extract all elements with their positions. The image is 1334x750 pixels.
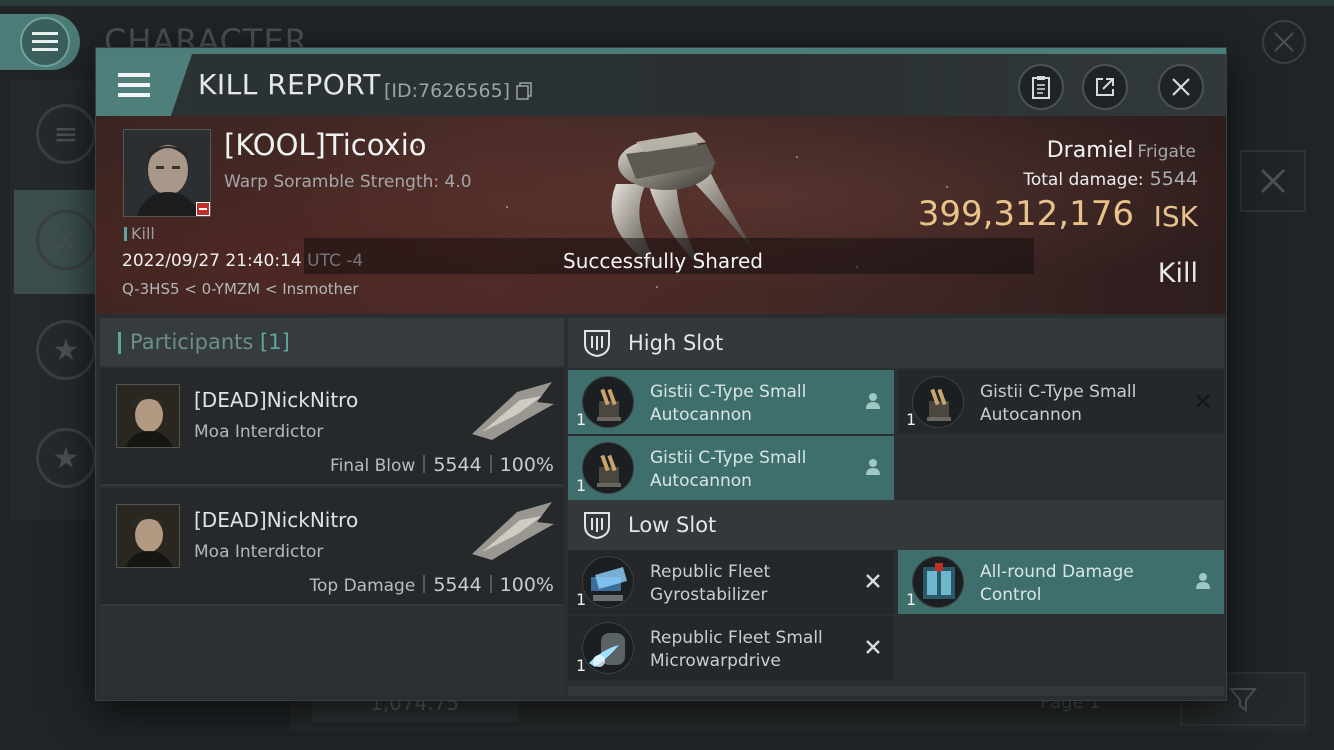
dialog-header: KILL REPORT [ID:7626565] (96, 54, 1226, 116)
participant-name[interactable]: [DEAD]NickNitro (194, 508, 358, 532)
participants-header: Participants [1] (100, 318, 564, 366)
toast-message: Successfully Shared (563, 249, 763, 273)
gyrostabilizer-icon (582, 556, 634, 608)
ship-name-text: Dramiel (1046, 138, 1134, 163)
share-button[interactable] (1082, 64, 1128, 110)
mid-slot-header-partial (568, 686, 1224, 696)
participant-percent: 100% (499, 574, 554, 596)
shield-slot-icon (582, 510, 612, 544)
participant-ship-image[interactable] (462, 494, 562, 564)
module-qty: 1 (906, 410, 917, 429)
module-qty: 1 (576, 656, 587, 675)
module-name: Republic Fleet Gyrostabilizer (650, 562, 771, 605)
clipboard-icon (1032, 76, 1050, 99)
kill-id: [ID:7626565] (384, 80, 511, 102)
destroyed-x-icon (862, 570, 884, 592)
autocannon-icon (582, 376, 634, 428)
background-list-icon[interactable]: ≡ (36, 104, 96, 164)
background-star2-icon[interactable]: ★ (36, 428, 96, 488)
participants-title: Participants [1] (130, 330, 290, 354)
background-close-button[interactable] (1262, 20, 1306, 64)
module-high-3[interactable]: 1 Gistii C-Type Small Autocannon (568, 436, 894, 500)
module-name: Gistii C-Type Small Autocannon (650, 448, 807, 491)
module-name: All-round Damage Control (980, 562, 1134, 605)
hamburger-menu-icon (20, 17, 70, 67)
kill-result: Kill (1157, 258, 1198, 289)
share-external-icon (1096, 78, 1114, 96)
module-qty: 1 (576, 590, 587, 609)
high-slot-label: High Slot (628, 331, 724, 355)
low-slot-header: Low Slot (568, 500, 1224, 550)
participants-panel: Participants [1] [DEAD]NickNitro Moa Int… (100, 318, 564, 696)
participant-stats: Final Blow 5544 100% (330, 454, 554, 476)
participant-ship: Moa Interdictor (194, 542, 324, 562)
dropped-person-icon (1192, 570, 1214, 592)
participant-stats: Top Damage 5544 100% (309, 574, 554, 596)
close-button[interactable] (1158, 64, 1204, 110)
isk-value: 399,312,176 (917, 194, 1134, 234)
damage-control-icon (912, 556, 964, 608)
module-high-2[interactable]: 1 Gistii C-Type Small Autocannon (898, 370, 1224, 434)
shield-slot-icon (582, 328, 612, 362)
corp-standing-icon (196, 202, 210, 216)
hamburger-menu-icon (118, 73, 150, 97)
background-tools-button[interactable] (1240, 150, 1306, 212)
module-name: Republic Fleet Small Microwarpdrive (650, 628, 823, 671)
victim-subtitle: Warp Soramble Strength: 4.0 (224, 172, 472, 192)
background-swords-icon[interactable]: ⚔ (36, 210, 96, 270)
autocannon-icon (912, 376, 964, 428)
clipboard-button[interactable] (1018, 64, 1064, 110)
kill-report-dialog: KILL REPORT [ID:7626565] [KOOL]Ticoxio W… (96, 48, 1226, 700)
isk-unit: ISK (1153, 200, 1198, 233)
dropped-person-icon (862, 390, 884, 412)
fitting-panel: High Slot 1 Gistii C-Type Small Autocanno… (568, 318, 1224, 696)
low-slot-label: Low Slot (628, 513, 717, 537)
participant-name[interactable]: [DEAD]NickNitro (194, 388, 358, 412)
module-low-3[interactable]: 1 Republic Fleet Small Microwarpdrive (568, 616, 894, 680)
module-name: Gistii C-Type Small Autocannon (650, 382, 807, 425)
autocannon-icon (582, 442, 634, 494)
participant-ship-image[interactable] (462, 374, 562, 444)
total-damage: Total damage: 5544 (1023, 168, 1198, 190)
dialog-menu-button[interactable] (96, 54, 192, 116)
participant-row[interactable]: [DEAD]NickNitro Moa Interdictor Final Bl… (100, 368, 564, 486)
total-damage-value: 5544 (1149, 168, 1198, 190)
copy-id-icon[interactable] (516, 82, 532, 104)
close-icon (1172, 78, 1190, 96)
participant-damage: 5544 (433, 574, 482, 596)
participant-portrait[interactable] (116, 384, 180, 448)
participant-label: Top Damage (309, 576, 416, 596)
module-qty: 1 (576, 410, 587, 429)
module-high-1[interactable]: 1 Gistii C-Type Small Autocannon (568, 370, 894, 434)
participant-row[interactable]: [DEAD]NickNitro Moa Interdictor Top Dama… (100, 488, 564, 606)
kill-location[interactable]: Q-3HS5 < 0-YMZM < Insmother (122, 280, 359, 298)
module-qty: 1 (906, 590, 917, 609)
main-menu-button[interactable] (0, 14, 80, 70)
microwarpdrive-icon (582, 622, 634, 674)
kill-tag: Kill (124, 224, 155, 243)
high-slot-header: High Slot (568, 318, 1224, 368)
victim-name[interactable]: [KOOL]Ticoxio (224, 128, 427, 162)
victim-banner: [KOOL]Ticoxio Warp Soramble Strength: 4.… (96, 116, 1226, 314)
ship-class-text: Frigate (1137, 142, 1196, 162)
module-low-2[interactable]: 1 All-round Damage Control (898, 550, 1224, 614)
background-star-icon[interactable]: ★ (36, 320, 96, 380)
total-damage-label: Total damage: (1023, 170, 1144, 190)
participant-label: Final Blow (330, 456, 416, 476)
participants-title-text: Participants (130, 330, 254, 354)
participant-damage: 5544 (433, 454, 482, 476)
participant-percent: 100% (499, 454, 554, 476)
participants-count: [1] (260, 330, 290, 354)
destroyed-x-icon (1192, 390, 1214, 412)
destroyed-x-icon (862, 636, 884, 658)
dropped-person-icon (862, 456, 884, 478)
victim-ship-name[interactable]: Dramiel Frigate (1047, 138, 1196, 163)
participant-portrait[interactable] (116, 504, 180, 568)
participant-ship: Moa Interdictor (194, 422, 324, 442)
module-low-1[interactable]: 1 Republic Fleet Gyrostabilizer (568, 550, 894, 614)
module-name: Gistii C-Type Small Autocannon (980, 382, 1137, 425)
module-qty: 1 (576, 476, 587, 495)
dialog-title: KILL REPORT (198, 68, 381, 101)
